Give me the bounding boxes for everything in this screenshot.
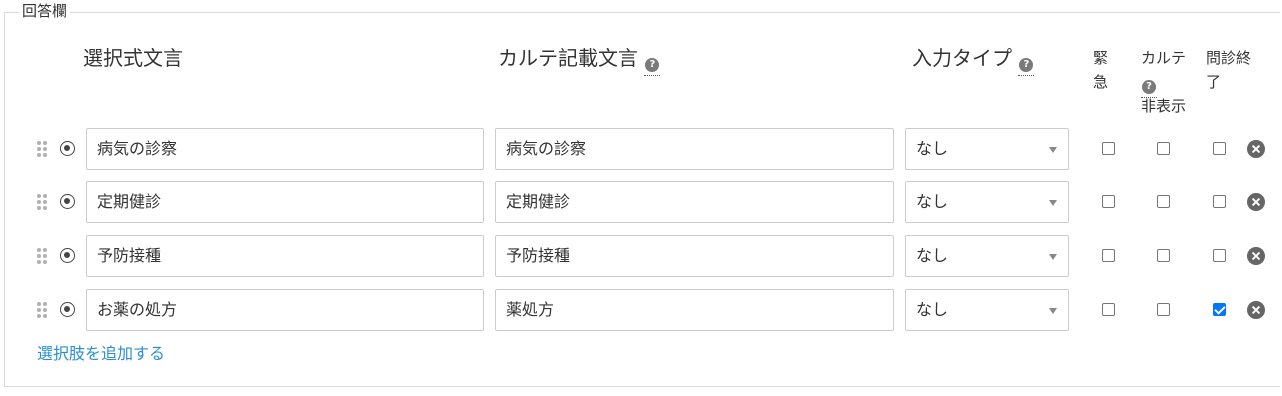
drag-handle-icon[interactable] — [37, 141, 49, 157]
header-chart-hidden-line1: カルテ — [1141, 49, 1187, 67]
header-end-interview-line1: 問診終 — [1206, 49, 1252, 67]
header-input-type-label: 入力タイプ — [912, 46, 1012, 70]
chevron-down-icon — [1049, 308, 1057, 314]
add-option-link[interactable]: 選択肢を追加する — [37, 343, 165, 365]
header-end-interview-line2: 了 — [1206, 73, 1222, 91]
drag-handle-icon[interactable] — [37, 248, 49, 264]
chart-hidden-checkbox[interactable] — [1157, 142, 1170, 155]
help-circle-icon: ? — [1019, 58, 1034, 72]
header-chart-text-label: カルテ記載文言 — [498, 46, 638, 70]
help-circle-icon: ? — [645, 58, 660, 72]
remove-circle-icon[interactable] — [1247, 140, 1265, 158]
header-choice-text-label: 選択式文言 — [83, 46, 183, 70]
remove-circle-icon[interactable] — [1247, 193, 1265, 211]
header-urgent: 緊 急 — [1093, 46, 1108, 94]
choice-text-input[interactable]: 病気の診察 — [86, 128, 484, 170]
option-row: お薬の処方 薬処方 なし — [0, 289, 1282, 333]
chart-text-input[interactable]: 病気の診察 — [495, 128, 894, 170]
radio-selected-icon[interactable] — [60, 141, 75, 156]
input-type-select[interactable]: なし — [905, 235, 1069, 277]
help-circle-icon: ? — [1142, 80, 1156, 94]
radio-selected-icon[interactable] — [60, 248, 75, 263]
drag-handle-icon[interactable] — [37, 194, 49, 210]
urgent-checkbox[interactable] — [1102, 303, 1115, 316]
urgent-checkbox[interactable] — [1102, 142, 1115, 155]
header-urgent-line1: 緊 — [1093, 49, 1109, 67]
header-chart-hidden-line2: 非表示 — [1141, 97, 1187, 115]
header-end-interview: 問診終 了 — [1206, 46, 1251, 94]
chart-hidden-checkbox[interactable] — [1157, 249, 1170, 262]
chart-hidden-checkbox[interactable] — [1157, 303, 1170, 316]
choice-text-input[interactable]: 定期健診 — [86, 181, 484, 223]
option-row: 予防接種 予防接種 なし — [0, 235, 1282, 279]
fieldset-legend: 回答欄 — [19, 1, 71, 21]
input-type-value: なし — [916, 246, 949, 265]
input-type-value: なし — [916, 139, 949, 158]
drag-handle-icon[interactable] — [37, 302, 49, 318]
end-interview-checkbox[interactable] — [1213, 195, 1226, 208]
remove-circle-icon[interactable] — [1247, 247, 1265, 265]
end-interview-checkbox[interactable] — [1213, 303, 1226, 316]
urgent-checkbox[interactable] — [1102, 249, 1115, 262]
option-row: 病気の診察 病気の診察 なし — [0, 128, 1282, 172]
option-row: 定期健診 定期健診 なし — [0, 181, 1282, 225]
chart-text-input[interactable]: 定期健診 — [495, 181, 894, 223]
header-urgent-line2: 急 — [1093, 73, 1109, 91]
chevron-down-icon — [1049, 254, 1057, 260]
header-choice-text: 選択式文言 — [83, 45, 183, 71]
urgent-checkbox[interactable] — [1102, 195, 1115, 208]
input-type-select[interactable]: なし — [905, 128, 1069, 170]
chevron-down-icon — [1049, 200, 1057, 206]
end-interview-checkbox[interactable] — [1213, 249, 1226, 262]
remove-circle-icon[interactable] — [1247, 301, 1265, 319]
chart-text-input[interactable]: 薬処方 — [495, 289, 894, 331]
radio-selected-icon[interactable] — [60, 302, 75, 317]
input-type-select[interactable]: なし — [905, 289, 1069, 331]
header-chart-text: カルテ記載文言 ? — [498, 45, 661, 76]
header-input-type: 入力タイプ ? — [912, 45, 1035, 76]
input-type-value: なし — [916, 192, 949, 211]
help-tooltip-input-type[interactable]: ? — [1018, 53, 1035, 76]
chart-hidden-checkbox[interactable] — [1157, 195, 1170, 208]
chart-text-input[interactable]: 予防接種 — [495, 235, 894, 277]
choice-text-input[interactable]: 予防接種 — [86, 235, 484, 277]
end-interview-checkbox[interactable] — [1213, 142, 1226, 155]
input-type-select[interactable]: なし — [905, 181, 1069, 223]
input-type-value: なし — [916, 300, 949, 319]
choice-text-input[interactable]: お薬の処方 — [86, 289, 484, 331]
radio-selected-icon[interactable] — [60, 194, 75, 209]
header-chart-hidden: カルテ ? 非表示 — [1141, 46, 1186, 118]
help-tooltip-chart-text[interactable]: ? — [644, 53, 661, 76]
chevron-down-icon — [1049, 147, 1057, 153]
